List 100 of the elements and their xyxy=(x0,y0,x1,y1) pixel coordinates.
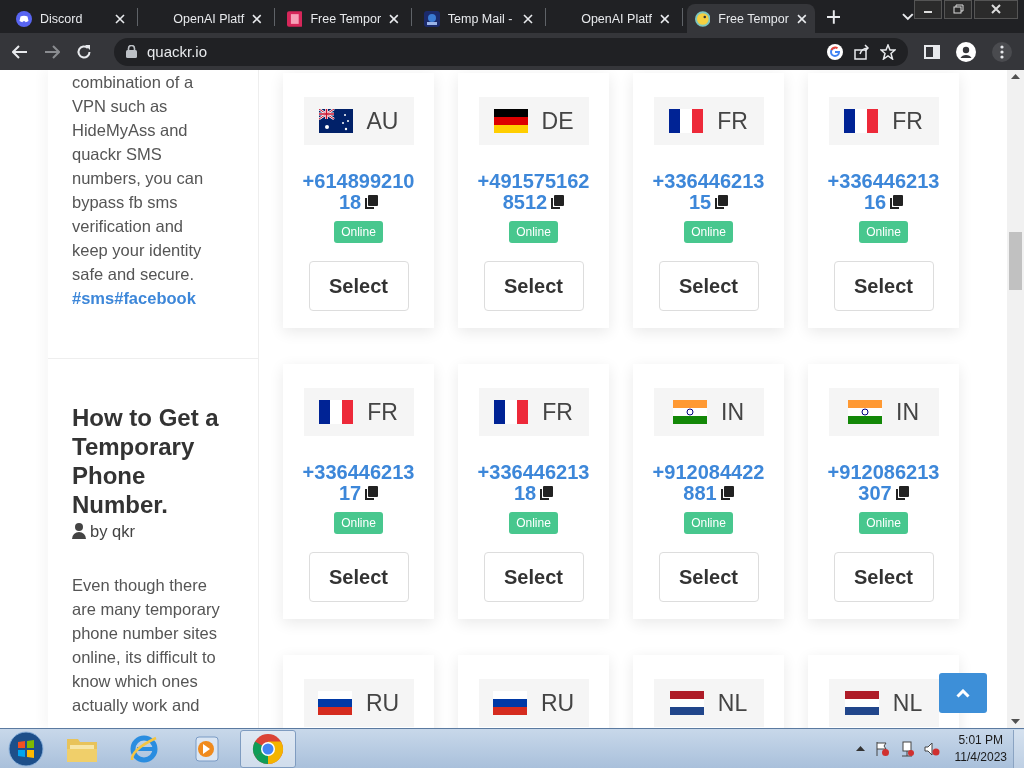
copy-icon[interactable] xyxy=(540,486,554,500)
country-code: FR xyxy=(717,107,748,135)
select-button[interactable]: Select xyxy=(483,261,584,311)
country-code: IN xyxy=(721,398,744,426)
tab-favicon-icon xyxy=(694,10,711,27)
country-code: RU xyxy=(365,689,400,717)
forward-icon[interactable] xyxy=(44,44,60,59)
tab-favicon-icon xyxy=(423,10,440,27)
netherlands-flag-icon xyxy=(844,691,879,715)
copy-icon[interactable] xyxy=(890,195,904,209)
select-button[interactable]: Select xyxy=(833,552,934,602)
scrollbar[interactable] xyxy=(1007,70,1024,728)
copy-icon[interactable] xyxy=(551,195,565,209)
status-badge: Online xyxy=(334,512,383,534)
menu-icon[interactable] xyxy=(992,41,1012,62)
phone-number-link[interactable]: +33644621316 xyxy=(824,171,943,213)
tag-link[interactable]: #sms#facebook xyxy=(72,286,196,310)
lock-icon[interactable] xyxy=(126,45,137,58)
browser-tab[interactable]: Free Tempor xyxy=(278,4,407,33)
chrome-icon[interactable] xyxy=(252,732,284,765)
phone-number-link[interactable]: +61489921018 xyxy=(299,171,418,213)
france-flag-icon xyxy=(844,109,879,133)
copy-icon[interactable] xyxy=(365,486,379,500)
phone-number-link[interactable]: +33644621318 xyxy=(474,462,593,504)
phone-number-link[interactable]: +33644621315 xyxy=(649,171,768,213)
russia-flag-icon xyxy=(492,691,527,715)
flag-alert-icon[interactable] xyxy=(873,740,890,757)
country-code: IN xyxy=(896,398,919,426)
select-button[interactable]: Select xyxy=(658,261,759,311)
status-badge: Online xyxy=(684,221,733,243)
select-button[interactable]: Select xyxy=(308,552,409,602)
germany-flag-icon xyxy=(493,109,528,133)
copy-icon[interactable] xyxy=(720,486,734,500)
status-badge: Online xyxy=(684,512,733,534)
copy-icon[interactable] xyxy=(895,486,909,500)
reload-icon[interactable] xyxy=(76,43,92,60)
country-code: AU xyxy=(366,107,399,135)
status-badge: Online xyxy=(509,512,558,534)
restore-icon[interactable] xyxy=(944,0,972,19)
user-icon xyxy=(72,523,86,539)
browser-tab[interactable]: Free Tempor xyxy=(686,4,815,33)
phone-number-link[interactable]: +33644621317 xyxy=(299,462,418,504)
google-icon[interactable] xyxy=(826,42,844,61)
france-flag-icon xyxy=(669,109,704,133)
phone-number-link[interactable]: +4915751628512 xyxy=(474,171,593,213)
phone-number-link[interactable]: +912084422881 xyxy=(649,462,768,504)
chevron-up-icon xyxy=(956,688,970,698)
select-button[interactable]: Select xyxy=(308,261,409,311)
article-author: by qkr xyxy=(90,521,135,542)
country-code: RU xyxy=(540,689,575,717)
browser-tab[interactable]: OpenAI Platf xyxy=(549,4,678,33)
netherlands-flag-icon xyxy=(669,691,704,715)
chevron-up-icon[interactable] xyxy=(855,746,865,751)
copy-icon[interactable] xyxy=(715,195,729,209)
copy-icon[interactable] xyxy=(365,195,379,209)
scroll-up-icon[interactable] xyxy=(1011,74,1020,79)
country-code: DE xyxy=(541,107,574,135)
scrollbar-thumb[interactable] xyxy=(1009,232,1022,290)
chevron-down-icon[interactable] xyxy=(902,12,914,21)
new-tab-icon[interactable] xyxy=(826,9,841,24)
tab-favicon-icon xyxy=(16,10,32,27)
country-code: FR xyxy=(542,398,573,426)
select-button[interactable]: Select xyxy=(483,552,584,602)
scroll-down-icon[interactable] xyxy=(1011,719,1020,724)
france-flag-icon xyxy=(319,400,354,424)
status-badge: Online xyxy=(859,512,908,534)
russia-flag-icon xyxy=(317,691,352,715)
status-badge: Online xyxy=(334,221,383,243)
browser-tab[interactable]: Temp Mail - xyxy=(415,4,541,33)
start-button[interactable] xyxy=(8,730,44,767)
status-badge: Online xyxy=(509,221,558,243)
status-badge: Online xyxy=(859,221,908,243)
article-text: combination of a VPN such as HideMyAss and quackr SMS numbers, you can bypass fb sms verification and keep your identity safe and secure. xyxy=(72,72,205,285)
profile-icon[interactable] xyxy=(956,41,976,62)
minimize-icon[interactable] xyxy=(914,0,942,19)
article-title: How to Get a Temporary Phone Number. xyxy=(72,403,220,519)
article-text: Even though there are many temporary phone number sites online, its difficult to know which ones actually work and xyxy=(72,575,221,716)
browser-tab[interactable]: OpenAI Platf xyxy=(141,4,270,33)
australia-flag-icon xyxy=(318,109,353,133)
select-button[interactable]: Select xyxy=(658,552,759,602)
phone-number-link[interactable]: +912086213307 xyxy=(824,462,943,504)
clock-date: 11/4/2023 xyxy=(954,748,1007,766)
india-flag-icon xyxy=(848,400,882,424)
volume-muted-icon[interactable] xyxy=(923,740,940,757)
browser-tab[interactable]: Discord xyxy=(8,4,133,33)
france-flag-icon xyxy=(494,400,529,424)
taskbar-button[interactable] xyxy=(240,729,296,768)
india-flag-icon xyxy=(673,400,707,424)
clock-time: 5:01 PM xyxy=(958,731,1004,749)
country-code: FR xyxy=(367,398,398,426)
country-code: FR xyxy=(892,107,923,135)
select-button[interactable]: Select xyxy=(833,261,934,311)
side-panel-icon[interactable] xyxy=(924,44,940,59)
share-icon[interactable] xyxy=(854,43,870,60)
country-code: NL xyxy=(892,689,923,717)
back-icon[interactable] xyxy=(12,44,28,59)
tab-favicon-icon xyxy=(286,10,303,27)
country-code: NL xyxy=(717,689,748,717)
star-icon[interactable] xyxy=(880,43,896,60)
close-icon[interactable] xyxy=(974,0,1018,19)
